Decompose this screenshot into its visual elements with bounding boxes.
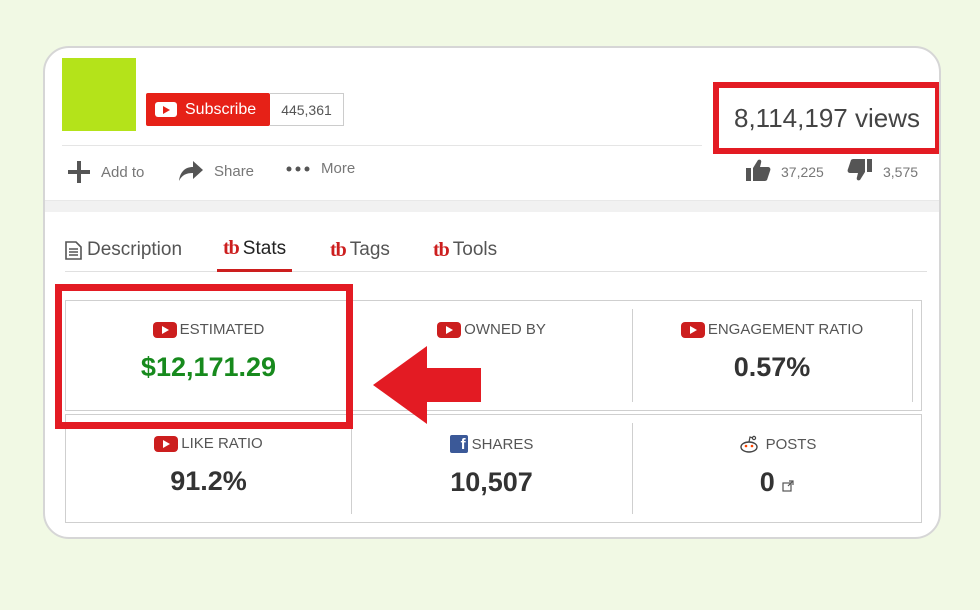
- youtube-icon: [437, 321, 462, 338]
- tab-tags-label: Tags: [349, 239, 390, 260]
- dislike-button[interactable]: 3,575: [847, 158, 918, 185]
- tab-description[interactable]: Description: [65, 228, 182, 272]
- tab-tags[interactable]: tb Tags: [330, 228, 390, 272]
- add-to-label: Add to: [101, 163, 145, 181]
- stat-label: OWNED BY: [464, 321, 546, 338]
- tubebuddy-icon: tb: [223, 237, 240, 259]
- tab-stats-label: Stats: [242, 237, 287, 259]
- share-arrow-icon: [178, 160, 204, 182]
- tab-stats[interactable]: tb Stats: [217, 228, 293, 272]
- subscribe-label: Subscribe: [185, 100, 257, 118]
- estimated-highlight-box: [55, 284, 353, 429]
- more-button[interactable]: More: [285, 160, 355, 177]
- tubebuddy-icon: tb: [433, 238, 450, 261]
- reddit-icon: [738, 435, 760, 453]
- divider: [62, 145, 702, 146]
- facebook-icon: f: [449, 435, 468, 453]
- thumbs-up-icon: [745, 158, 771, 185]
- stat-value-row: 0: [632, 467, 922, 499]
- share-button[interactable]: Share: [178, 160, 254, 182]
- youtube-play-icon: [155, 102, 177, 117]
- tubebuddy-icon: tb: [330, 238, 347, 261]
- plus-icon: [67, 160, 91, 184]
- share-label: Share: [214, 162, 255, 180]
- stat-engagement-ratio: ENGAGEMENT RATIO 0.57%: [632, 321, 912, 383]
- red-arrow-icon: [371, 344, 483, 431]
- stat-label: POSTS: [765, 435, 817, 453]
- stat-label: ENGAGEMENT RATIO: [707, 321, 864, 338]
- tab-tools-label: Tools: [452, 239, 498, 260]
- more-dots-icon: [285, 165, 311, 173]
- subscriber-count: 445,361: [270, 93, 344, 126]
- thumbs-down-icon: [847, 158, 873, 185]
- stat-value: 91.2%: [170, 466, 247, 496]
- stat-value: 0.57%: [733, 352, 811, 382]
- subscribe-button[interactable]: Subscribe: [146, 93, 270, 126]
- video-stats-card: Subscribe 445,361 8,114,197 views Add to…: [43, 46, 941, 539]
- tab-description-label: Description: [87, 239, 183, 260]
- tab-tools[interactable]: tb Tools: [433, 228, 497, 272]
- stat-label: SHARES: [471, 435, 534, 453]
- like-count: 37,225: [781, 163, 824, 180]
- stat-label: LIKE RATIO: [181, 435, 263, 452]
- stat-value: 10,507: [450, 467, 533, 497]
- view-count: 8,114,197 views: [734, 102, 920, 133]
- stat-like-ratio: LIKE RATIO 91.2%: [66, 435, 351, 497]
- document-icon: [65, 240, 82, 260]
- divider: [912, 309, 913, 402]
- youtube-icon: [680, 321, 705, 338]
- add-to-button[interactable]: Add to: [67, 160, 144, 184]
- more-label: More: [321, 160, 356, 177]
- section-separator: [45, 200, 939, 212]
- stat-posts: POSTS 0: [632, 435, 922, 499]
- like-button[interactable]: 37,225: [745, 158, 824, 185]
- dislike-count: 3,575: [883, 163, 919, 180]
- tab-bar: Description tb Stats tb Tags tb Tools: [65, 228, 927, 272]
- external-link-icon[interactable]: [782, 468, 794, 499]
- stat-value: 0: [759, 467, 775, 497]
- view-count-highlight: 8,114,197 views: [713, 82, 939, 154]
- youtube-icon: [154, 435, 179, 452]
- stats-row-2: LIKE RATIO 91.2% f SHARES 10,507 POSTS 0: [65, 414, 922, 523]
- channel-avatar[interactable]: [62, 58, 136, 131]
- stat-shares: f SHARES 10,507: [351, 435, 632, 498]
